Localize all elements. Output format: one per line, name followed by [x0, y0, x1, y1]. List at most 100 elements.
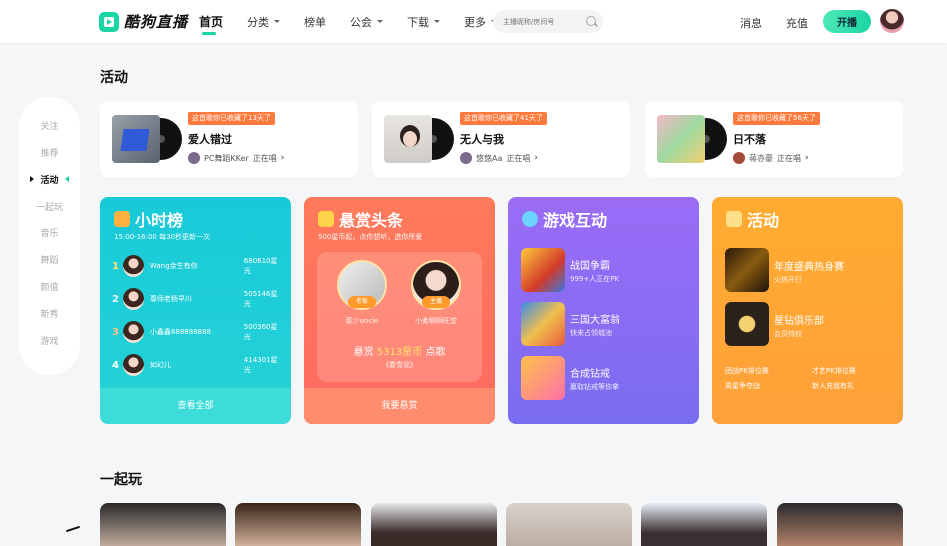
bounty-subtitle: 500星币起，点你想听，选你所爱	[318, 233, 423, 241]
song-title: 爱人错过	[188, 133, 232, 146]
side-item-follow[interactable]: 关注	[19, 119, 80, 132]
event-link[interactable]: 才艺PK排位赛	[812, 366, 856, 376]
side-item-newcomer[interactable]: 新秀	[19, 307, 80, 320]
rank-row[interactable]: 2 尊师老杨早川 505146星光	[112, 288, 282, 310]
live-room-thumbnail[interactable]	[371, 503, 497, 546]
game-item[interactable]: 战国争霸 999+人正在PK	[521, 248, 691, 292]
side-item-activity[interactable]: 活动	[19, 173, 80, 186]
rank-avatar	[123, 288, 144, 310]
user-avatar[interactable]	[880, 9, 904, 33]
boss-tag: 老板	[348, 296, 376, 308]
activity-card[interactable]: 这首歌你已收藏了13天了 爱人错过 PC舞蹈KKer 正在唱 ›	[100, 101, 358, 177]
nav-guild[interactable]: 公会	[350, 0, 384, 43]
event-item[interactable]: 年度盛典热身赛 火热开打	[725, 248, 895, 292]
activity-card[interactable]: 这首歌你已收藏了41天了 无人与我 悠悠Aa 正在唱 ›	[372, 101, 630, 177]
search-input[interactable]	[503, 17, 579, 26]
hourly-title: 小时榜	[114, 207, 183, 231]
activity-card[interactable]: 这首歌你已收藏了56天了 日不落 蒋亦豪 正在唱 ›	[645, 101, 903, 177]
bounty-song: 《春雪泥》	[382, 361, 417, 369]
side-item-play-together[interactable]: 一起玩	[19, 200, 80, 213]
live-room-thumbnail[interactable]	[641, 503, 767, 546]
nav-download[interactable]: 下载	[407, 0, 441, 43]
crown-icon	[318, 211, 334, 227]
live-room-thumbnail[interactable]	[100, 503, 226, 546]
singer-info[interactable]: 悠悠Aa 正在唱 ›	[460, 152, 538, 164]
search-box	[493, 10, 603, 33]
rank-avatar	[123, 321, 144, 343]
side-nav: 关注 推荐 活动 一起玩 音乐 舞蹈 颜值 新秀 游戏	[19, 97, 80, 375]
logo-play-icon	[99, 11, 119, 32]
game-item[interactable]: 三国大富翁 快来占领城池	[521, 302, 691, 346]
logo[interactable]: 酷狗直播	[99, 11, 188, 32]
chevron-right-icon: ›	[280, 153, 285, 163]
activity-section-title: 活动	[100, 70, 128, 86]
side-item-dance[interactable]: 舞蹈	[19, 253, 80, 266]
recharge-link[interactable]: 充值	[786, 15, 808, 31]
event-link[interactable]: 新人充值有礼	[812, 381, 854, 391]
collect-badge: 这首歌你已收藏了13天了	[188, 112, 275, 125]
side-item-games[interactable]: 游戏	[19, 334, 80, 347]
top-header: 酷狗直播 首页 分类 榜单 公会 下载 更多 消息 充值 开播	[0, 0, 947, 43]
singer-avatar	[460, 152, 472, 164]
event-item[interactable]: 星钻俱乐部 会员特权	[725, 302, 895, 346]
song-title: 无人与我	[460, 133, 504, 146]
live-room-thumbnail[interactable]	[506, 503, 632, 546]
bounty-amount: 悬赏 5313星币 点歌	[353, 347, 446, 358]
game-thumbnail	[521, 356, 565, 400]
rank-row[interactable]: 3 小鑫鑫888888888 500360星光	[112, 321, 282, 343]
rank-row[interactable]: 4 如幻儿 414301星光	[112, 354, 282, 376]
game-thumbnail	[521, 302, 565, 346]
nav-home[interactable]: 首页	[199, 0, 223, 43]
caret-down-icon	[274, 20, 281, 23]
bounty-card: 悬赏头条 500星币起，点你想听，选你所爱 老板 菜少uncle 主播 小柔啊啊…	[304, 197, 495, 424]
caret-down-icon	[434, 20, 441, 23]
start-live-button[interactable]: 开播	[823, 10, 871, 33]
game-item[interactable]: 合成钻戒 赢取钻戒等你拿	[521, 356, 691, 400]
cursor-mark	[66, 525, 80, 533]
hourly-rank-card: 小时榜 15:00-16:00 每30秒更新一次 1 Wang余生有你 6806…	[100, 197, 291, 424]
song-title: 日不落	[733, 133, 766, 146]
bounty-button[interactable]: 我要悬赏	[304, 388, 495, 424]
live-room-thumbnail[interactable]	[777, 503, 903, 546]
caret-down-icon	[377, 20, 384, 23]
chevron-right-icon: ›	[805, 153, 809, 163]
rank-avatar	[123, 354, 144, 376]
messages-link[interactable]: 消息	[740, 15, 762, 31]
boss-name: 菜少uncle	[345, 317, 379, 325]
event-star-icon	[726, 211, 742, 227]
side-item-music[interactable]: 音乐	[19, 226, 80, 239]
live-room-thumbnail[interactable]	[235, 503, 361, 546]
nav-ranking[interactable]: 榜单	[304, 0, 326, 43]
events-title: 活动	[726, 207, 779, 231]
singer-avatar	[188, 152, 200, 164]
rank-row[interactable]: 1 Wang余生有你 680610星光	[112, 255, 282, 277]
play-together-section-title: 一起玩	[100, 472, 142, 488]
trophy-icon	[114, 211, 130, 227]
side-item-beauty[interactable]: 颜值	[19, 280, 80, 293]
search-icon[interactable]	[586, 16, 596, 26]
event-link[interactable]: 团战PK排位赛	[725, 366, 769, 376]
host-tag: 主播	[422, 296, 450, 308]
host-name: 小柔啊啊旺堂	[415, 317, 457, 325]
rank-avatar	[123, 255, 144, 277]
singer-info[interactable]: 蒋亦豪 正在唱 ›	[733, 152, 809, 164]
bounty-title: 悬赏头条	[318, 207, 403, 231]
event-thumbnail	[725, 302, 769, 346]
game-thumbnail	[521, 248, 565, 292]
song-cover	[112, 115, 160, 163]
singer-avatar	[733, 152, 745, 164]
side-item-recommend[interactable]: 推荐	[19, 146, 80, 159]
game-orb-icon	[522, 211, 538, 227]
song-cover	[657, 115, 705, 163]
events-card: 活动 年度盛典热身赛 火热开打 星钻俱乐部 会员特权 团战PK排位赛 才艺PK排…	[712, 197, 903, 424]
main-nav: 首页 分类 榜单 公会 下载 更多	[199, 0, 521, 43]
hourly-subtitle: 15:00-16:00 每30秒更新一次	[114, 233, 211, 241]
logo-text: 酷狗直播	[124, 13, 189, 31]
event-thumbnail	[725, 248, 769, 292]
event-link[interactable]: 周星争夺战	[725, 381, 760, 391]
nav-category[interactable]: 分类	[247, 0, 281, 43]
singer-info[interactable]: PC舞蹈KKer 正在唱 ›	[188, 152, 284, 164]
view-all-button[interactable]: 查看全部	[100, 388, 291, 424]
chevron-right-icon: ›	[534, 153, 538, 163]
collect-badge: 这首歌你已收藏了56天了	[733, 112, 820, 125]
